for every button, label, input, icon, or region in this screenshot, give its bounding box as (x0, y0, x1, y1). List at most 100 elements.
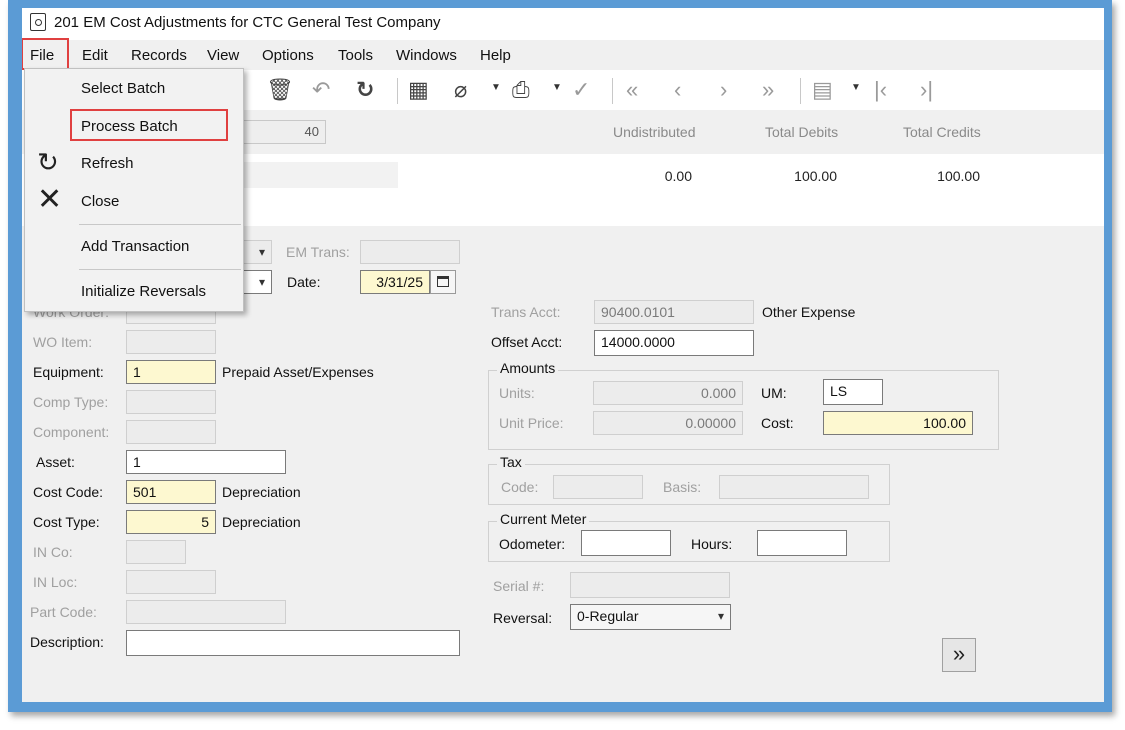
hours-label: Hours: (691, 536, 733, 552)
undistributed-value: 0.00 (664, 168, 692, 184)
wo-item-label: WO Item: (33, 334, 93, 350)
odometer-label: Odometer: (499, 536, 566, 552)
attach-icon[interactable]: ⌀ (454, 76, 467, 104)
menu-separator (79, 224, 241, 225)
equipment-label: Equipment: (33, 364, 104, 380)
print-dropdown-icon[interactable]: ▼ (552, 82, 562, 93)
menu-tools[interactable]: Tools (338, 47, 373, 64)
amounts-title: Amounts (497, 360, 559, 376)
calculator-icon[interactable]: ▦ (408, 76, 429, 104)
in-loc-field[interactable] (126, 570, 216, 594)
um-field[interactable]: LS (823, 379, 883, 405)
equipment-field[interactable]: 1 (126, 360, 216, 384)
odometer-field[interactable] (581, 530, 671, 556)
component-field[interactable] (126, 420, 216, 444)
menu-view[interactable]: View (207, 47, 239, 64)
in-co-field[interactable] (126, 540, 186, 564)
menu-add-transaction[interactable]: Add Transaction (81, 238, 189, 255)
cost-type-description: Depreciation (222, 514, 301, 530)
em-trans-field[interactable] (360, 240, 460, 264)
unit-price-field[interactable]: 0.00000 (593, 411, 743, 435)
refresh-icon: ↻ (37, 147, 59, 177)
cost-code-field[interactable]: 501 (126, 480, 216, 504)
menu-bar: File Edit Records View Options Tools Win… (22, 38, 1104, 70)
refresh-icon[interactable]: ↻ (356, 76, 374, 104)
batch-count-field: 40 (242, 120, 326, 144)
reversal-select[interactable]: 0-Regular ▾ (570, 604, 731, 630)
serial-field[interactable] (570, 572, 730, 598)
em-trans-label: EM Trans: (286, 244, 350, 260)
menu-edit[interactable]: Edit (82, 47, 108, 64)
comp-type-field[interactable] (126, 390, 216, 414)
comp-type-label: Comp Type: (33, 394, 109, 410)
menu-refresh[interactable]: Refresh (81, 155, 134, 172)
cost-type-field[interactable]: 5 (126, 510, 216, 534)
toolbar-separator (800, 78, 801, 104)
part-code-label: Part Code: (30, 604, 97, 620)
total-credits-value: 100.00 (937, 168, 980, 184)
grid-settings-icon[interactable]: ▤ (812, 76, 833, 104)
reversal-label: Reversal: (493, 610, 553, 626)
wo-item-field[interactable] (126, 330, 216, 354)
tax-code-field[interactable] (553, 475, 643, 499)
next-record-icon[interactable]: › (720, 76, 727, 104)
menu-help[interactable]: Help (480, 47, 511, 64)
cost-code-label: Cost Code: (33, 484, 104, 500)
toolbar-separator (612, 78, 613, 104)
trans-acct-description: Other Expense (762, 304, 856, 320)
app-window: 201 EM Cost Adjustments for CTC General … (22, 8, 1104, 702)
tax-code-label: Code: (501, 479, 539, 495)
more-button[interactable]: » (942, 638, 976, 672)
component-label: Component: (33, 424, 110, 440)
undo-icon[interactable]: ↶ (312, 76, 330, 104)
cost-field[interactable]: 100.00 (823, 411, 973, 435)
first-record-icon[interactable]: « (626, 76, 638, 104)
calendar-icon[interactable] (430, 270, 456, 294)
print-icon[interactable]: ⎙ (512, 76, 530, 104)
trans-acct-field[interactable]: 90400.0101 (594, 300, 754, 324)
asset-field[interactable]: 1 (126, 450, 286, 474)
menu-windows[interactable]: Windows (396, 47, 457, 64)
last-line-icon[interactable]: ›| (920, 76, 933, 104)
reversal-value: 0-Regular (577, 608, 639, 624)
offset-acct-field[interactable]: 14000.0000 (594, 330, 754, 356)
date-field[interactable]: 3/31/25 (360, 270, 430, 294)
attach-dropdown-icon[interactable]: ▼ (491, 82, 501, 93)
menu-options[interactable]: Options (262, 47, 314, 64)
previous-record-icon[interactable]: ‹ (674, 76, 681, 104)
chevron-down-icon: ▾ (258, 245, 265, 259)
tax-basis-field[interactable] (719, 475, 869, 499)
delete-icon[interactable]: 🗑 (266, 76, 294, 104)
title-bar: 201 EM Cost Adjustments for CTC General … (22, 8, 1104, 38)
app-icon (30, 13, 46, 31)
close-icon: ✕ (37, 183, 63, 216)
description-field[interactable] (126, 630, 460, 656)
cost-type-label: Cost Type: (33, 514, 100, 530)
part-code-field[interactable] (126, 600, 286, 624)
um-label: UM: (761, 385, 787, 401)
batch-summary-field (242, 162, 398, 188)
offset-acct-label: Offset Acct: (491, 334, 563, 350)
date-label: Date: (287, 274, 321, 290)
file-dropdown-menu: Select Batch Process Batch ↻ Refresh ✕ C… (24, 68, 244, 312)
file-menu-highlight (22, 38, 69, 70)
chevron-down-icon: ▾ (717, 609, 724, 623)
menu-select-batch[interactable]: Select Batch (81, 80, 165, 97)
spellcheck-icon[interactable]: ✓ (572, 76, 590, 104)
cost-label: Cost: (761, 415, 794, 431)
menu-records[interactable]: Records (131, 47, 187, 64)
last-record-icon[interactable]: » (762, 76, 774, 104)
grid-settings-dropdown-icon[interactable]: ▼ (851, 82, 861, 93)
in-co-label: IN Co: (33, 544, 73, 560)
total-debits-header: Total Debits (765, 124, 839, 140)
hours-field[interactable] (757, 530, 847, 556)
total-credits-header: Total Credits (903, 124, 981, 140)
units-field[interactable]: 0.000 (593, 381, 743, 405)
menu-close[interactable]: Close (81, 193, 119, 210)
units-label: Units: (499, 385, 535, 401)
current-meter-title: Current Meter (497, 511, 590, 527)
menu-initialize-reversals[interactable]: Initialize Reversals (81, 283, 206, 300)
tax-title: Tax (497, 454, 525, 470)
trans-acct-label: Trans Acct: (491, 304, 561, 320)
first-line-icon[interactable]: |‹ (874, 76, 887, 104)
